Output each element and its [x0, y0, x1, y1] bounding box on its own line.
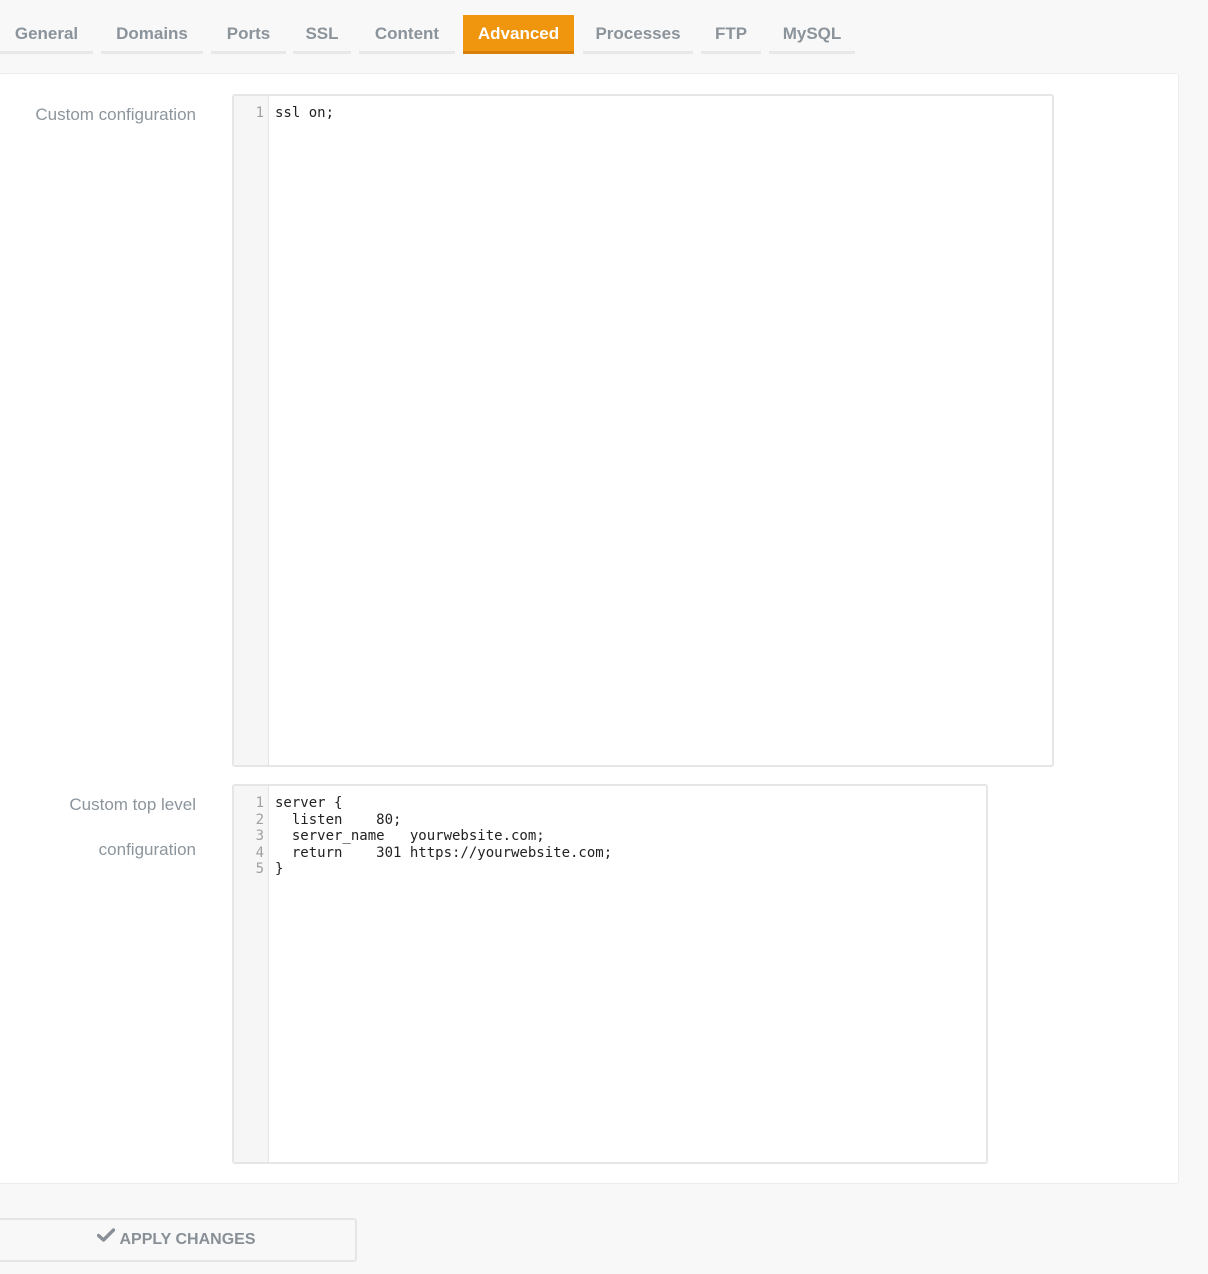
apply-changes-button[interactable]: APPLY CHANGES — [0, 1218, 357, 1262]
custom-configuration-editor[interactable]: 1 ssl on; — [232, 94, 1054, 767]
apply-changes-label: APPLY CHANGES — [119, 1231, 256, 1248]
line-number: 4 — [255, 844, 264, 861]
custom-top-level-label-cont: configuration — [98, 840, 196, 859]
tab-advanced[interactable]: Advanced — [463, 15, 574, 54]
tab-ftp[interactable]: FTP — [701, 15, 761, 54]
custom-top-level-label: Custom top level — [69, 795, 196, 814]
line-number: 1 — [255, 105, 264, 121]
check-icon — [97, 1218, 116, 1258]
tab-mysql[interactable]: MySQL — [769, 15, 855, 54]
tab-content[interactable]: Content — [359, 15, 455, 54]
tab-processes[interactable]: Processes — [583, 15, 693, 54]
line-number: 5 — [255, 861, 264, 877]
line-number-gutter: 1 — [234, 96, 269, 765]
line-number: 2 — [255, 811, 264, 828]
line-number-gutter: 1 2 3 4 5 — [234, 786, 269, 1162]
tab-ports[interactable]: Ports — [211, 15, 286, 54]
tab-domains[interactable]: Domains — [101, 15, 203, 54]
line-number: 1 — [255, 795, 264, 811]
code-content[interactable]: server { listen 80; server_name yourwebs… — [275, 795, 612, 878]
line-number: 3 — [255, 828, 264, 844]
custom-top-level-editor[interactable]: 1 2 3 4 5 server { listen 80; server_nam… — [232, 784, 988, 1164]
custom-configuration-label: Custom configuration — [35, 105, 196, 124]
tab-bar: General Domains Ports SSL Content Advanc… — [0, 0, 1208, 60]
tab-general[interactable]: General — [0, 15, 93, 54]
tab-ssl[interactable]: SSL — [293, 15, 351, 54]
code-content[interactable]: ssl on; — [275, 105, 334, 122]
